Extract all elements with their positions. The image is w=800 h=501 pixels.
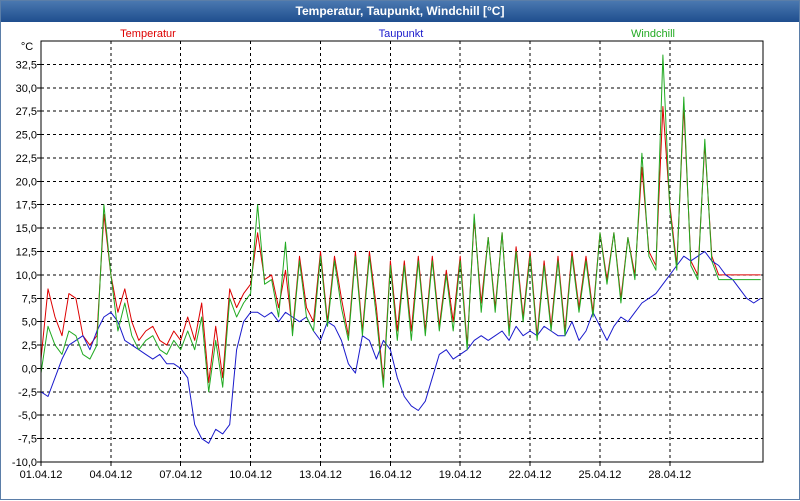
y-tick-label: -2,5 [18, 387, 37, 399]
x-tick-label: 16.04.12 [369, 469, 412, 481]
x-tick-label: 19.04.12 [439, 469, 482, 481]
grid [41, 41, 763, 462]
legend-label-temperatur: Temperatur [120, 28, 176, 40]
y-tick-label: 0,0 [22, 363, 37, 375]
y-axis-unit-label: °C [21, 41, 33, 53]
legend-label-taupunkt: Taupunkt [379, 28, 424, 40]
series-lines [40, 54, 761, 444]
chart-canvas: -10,0 -7,5 -5,0 -2,5 0,0 2,5 5,0 7,5 10,0 12,5 15,… [12, 28, 764, 481]
y-tick-label: 20,0 [16, 176, 37, 188]
y-tick-label: 17,5 [16, 200, 37, 212]
series-line-taupunkt [40, 251, 761, 444]
y-tick-label: 15,0 [16, 223, 37, 235]
y-tick-label: -5,0 [18, 410, 37, 422]
x-tick-label: 07.04.12 [159, 469, 202, 481]
x-tick-label: 13.04.12 [299, 469, 342, 481]
axes: -10,0 -7,5 -5,0 -2,5 0,0 2,5 5,0 7,5 10,0 12,5 15,… [12, 40, 764, 481]
y-tick-label: 27,5 [16, 106, 37, 118]
legend-label-windchill: Windchill [631, 28, 675, 40]
y-tick-label: 7,5 [22, 293, 37, 305]
y-tick-label: 32,5 [16, 59, 37, 71]
x-tick-label: 28.04.12 [648, 469, 691, 481]
x-tick-label: 22.04.12 [509, 469, 552, 481]
y-tick-label: 30,0 [16, 83, 37, 95]
x-tick-label: 01.04.12 [20, 469, 63, 481]
x-tick-label: 25.04.12 [579, 469, 622, 481]
y-tick-label: -7,5 [18, 434, 37, 446]
y-tick-label: 2,5 [22, 340, 37, 352]
x-tick-label: 04.04.12 [89, 469, 132, 481]
chart-window: Temperatur, Taupunkt, Windchill [°C] -10… [0, 0, 800, 500]
legend: Temperatur Taupunkt Windchill [120, 28, 675, 40]
y-tick-label: 12,5 [16, 247, 37, 259]
x-tick-label: 10.04.12 [229, 469, 272, 481]
series-line-temperatur [40, 106, 761, 383]
y-tick-label: 5,0 [22, 317, 37, 329]
y-tick-label: -10,0 [12, 457, 37, 469]
series-line-windchill [40, 54, 761, 393]
y-tick-label: 25,0 [16, 130, 37, 142]
y-tick-label: 10,0 [16, 270, 37, 282]
y-tick-label: 22,5 [16, 153, 37, 165]
